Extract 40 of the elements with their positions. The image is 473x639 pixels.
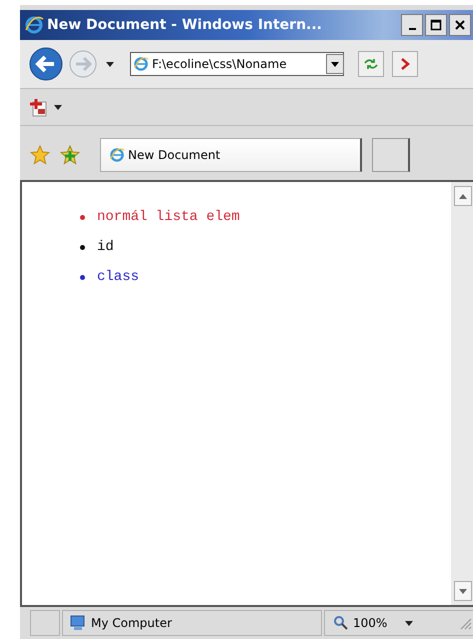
browser-tab[interactable]: New Document bbox=[100, 138, 362, 172]
close-button[interactable] bbox=[449, 14, 471, 36]
list-item: class bbox=[97, 269, 140, 285]
refresh-button[interactable] bbox=[358, 51, 384, 77]
zone-label: My Computer bbox=[91, 616, 172, 630]
close-icon bbox=[453, 18, 467, 32]
scroll-down-button[interactable] bbox=[454, 581, 472, 601]
status-pane bbox=[30, 610, 60, 636]
arrow-up-icon bbox=[459, 194, 467, 198]
arrow-down-icon bbox=[459, 588, 467, 594]
list-item: id bbox=[97, 239, 114, 255]
maximize-button[interactable] bbox=[425, 14, 447, 36]
tab-label: New Document bbox=[128, 148, 220, 162]
add-favorite-star-icon[interactable] bbox=[60, 145, 80, 165]
browser-logo-icon bbox=[133, 56, 149, 72]
minimize-icon bbox=[408, 28, 416, 30]
scrollbar[interactable] bbox=[451, 182, 473, 605]
computer-icon bbox=[69, 614, 87, 632]
back-button[interactable] bbox=[28, 46, 64, 82]
favorites-star-icon[interactable] bbox=[30, 145, 50, 165]
zoom-level[interactable]: 100% bbox=[353, 616, 388, 630]
new-tab-button[interactable] bbox=[372, 138, 410, 172]
maximize-icon bbox=[429, 18, 443, 32]
browser-logo-icon bbox=[24, 15, 44, 35]
window-title: New Document - Windows Intern... bbox=[47, 17, 324, 33]
list-item: normál lista elem bbox=[97, 209, 240, 225]
refresh-icon bbox=[363, 58, 379, 70]
resize-grip-icon[interactable] bbox=[458, 616, 472, 630]
caret-icon[interactable] bbox=[106, 62, 114, 66]
browser-logo-icon bbox=[109, 147, 125, 163]
stop-button[interactable] bbox=[392, 51, 418, 77]
caret-icon[interactable] bbox=[54, 104, 62, 110]
caret-icon bbox=[331, 62, 339, 66]
minimize-button[interactable] bbox=[401, 14, 423, 36]
scroll-up-button[interactable] bbox=[454, 186, 472, 206]
zoom-icon[interactable] bbox=[333, 615, 349, 631]
chevron-icon bbox=[400, 58, 410, 70]
caret-icon[interactable] bbox=[405, 620, 414, 626]
address-field[interactable]: F:\ecoline\css\Noname bbox=[130, 52, 344, 76]
dropdown-button[interactable] bbox=[326, 54, 344, 74]
